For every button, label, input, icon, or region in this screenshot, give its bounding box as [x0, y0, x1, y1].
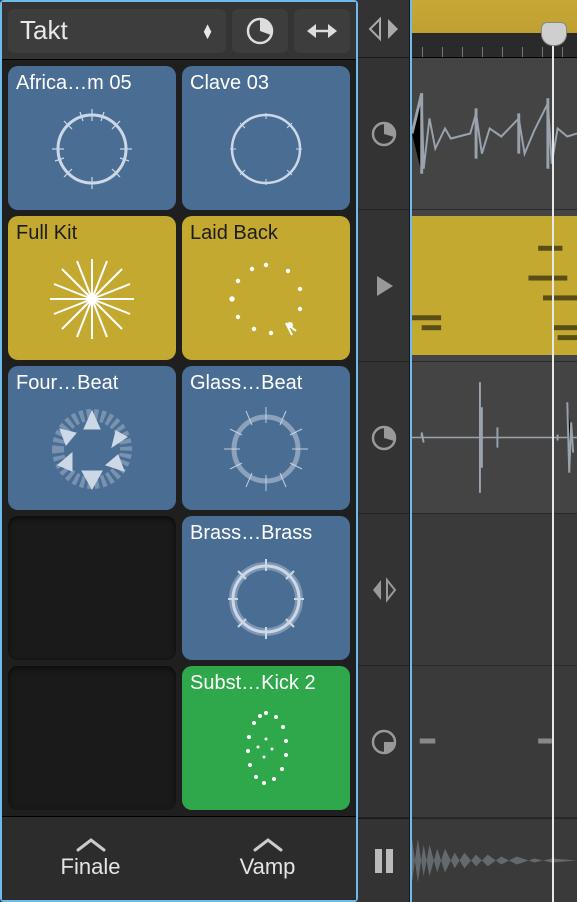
row-control-button[interactable] — [358, 210, 409, 362]
dotted-ring-icon — [190, 244, 342, 354]
loop-cell[interactable]: Laid Back — [182, 216, 350, 360]
scene-button-vamp[interactable]: Vamp — [179, 817, 356, 900]
cell-label: Brass…Brass — [190, 522, 342, 544]
resize-horizontal-icon — [304, 19, 340, 43]
pie-icon — [369, 119, 399, 149]
scene-row: Finale Vamp — [2, 816, 356, 900]
chevron-up-icon — [76, 838, 106, 852]
cell-label: Laid Back — [190, 222, 342, 244]
scene-label: Finale — [61, 854, 121, 880]
waveform-ring-icon — [16, 94, 168, 204]
loop-cell[interactable]: Brass…Brass — [182, 516, 350, 660]
pie-icon — [369, 727, 399, 757]
split-icon — [369, 576, 399, 604]
dropdown-label: Takt — [20, 15, 68, 46]
pie-mode-button[interactable] — [232, 9, 288, 53]
empty-cell[interactable] — [8, 666, 176, 810]
live-loops-panel: Takt ▲▼ Africa…m 05 — [0, 0, 358, 902]
pause-all-button[interactable] — [358, 818, 409, 902]
spike-ring-icon — [16, 394, 168, 504]
pause-icon — [372, 847, 396, 875]
chevron-updown-icon: ▲▼ — [201, 24, 214, 38]
cell-label: Full Kit — [16, 222, 168, 244]
chevron-up-icon — [253, 838, 283, 852]
play-icon — [371, 273, 397, 299]
expand-horizontal-icon — [368, 15, 400, 43]
scene-label: Vamp — [240, 854, 296, 880]
panel-toolbar: Takt ▲▼ — [2, 2, 356, 60]
cell-label: Glass…Beat — [190, 372, 342, 394]
loop-cell[interactable]: Four…Beat — [8, 366, 176, 510]
dots-oval-icon — [190, 694, 342, 804]
quantize-dropdown[interactable]: Takt ▲▼ — [8, 9, 226, 53]
row-controls — [358, 58, 409, 818]
cell-label: Subst…Kick 2 — [190, 672, 342, 694]
divider-column — [358, 0, 410, 902]
waveform-ring-icon — [190, 544, 342, 654]
waveform-ring-icon — [190, 94, 342, 204]
row-control-button[interactable] — [358, 58, 409, 210]
pie-icon — [369, 423, 399, 453]
loop-cell[interactable]: Subst…Kick 2 — [182, 666, 350, 810]
cell-label: Four…Beat — [16, 372, 168, 394]
loop-cell[interactable]: Clave 03 — [182, 66, 350, 210]
row-control-button[interactable] — [358, 362, 409, 514]
fuzzy-ring-icon — [190, 394, 342, 504]
cell-label: Clave 03 — [190, 72, 342, 94]
pie-icon — [244, 15, 276, 47]
row-control-button[interactable] — [358, 514, 409, 666]
row-control-button[interactable] — [358, 666, 409, 818]
loop-cell[interactable]: Africa…m 05 — [8, 66, 176, 210]
resize-button[interactable] — [294, 9, 350, 53]
loop-cell[interactable]: Glass…Beat — [182, 366, 350, 510]
scene-button-finale[interactable]: Finale — [2, 817, 179, 900]
playhead[interactable] — [552, 30, 554, 902]
empty-cell[interactable] — [8, 516, 176, 660]
divider-expand-button[interactable] — [358, 0, 409, 58]
cell-label: Africa…m 05 — [16, 72, 168, 94]
burst-icon — [16, 244, 168, 354]
cell-grid: Africa…m 05 Clave 03 Full Kit Laid Back — [2, 60, 356, 816]
loop-cell[interactable]: Full Kit — [8, 216, 176, 360]
timeline-area[interactable] — [410, 0, 577, 902]
